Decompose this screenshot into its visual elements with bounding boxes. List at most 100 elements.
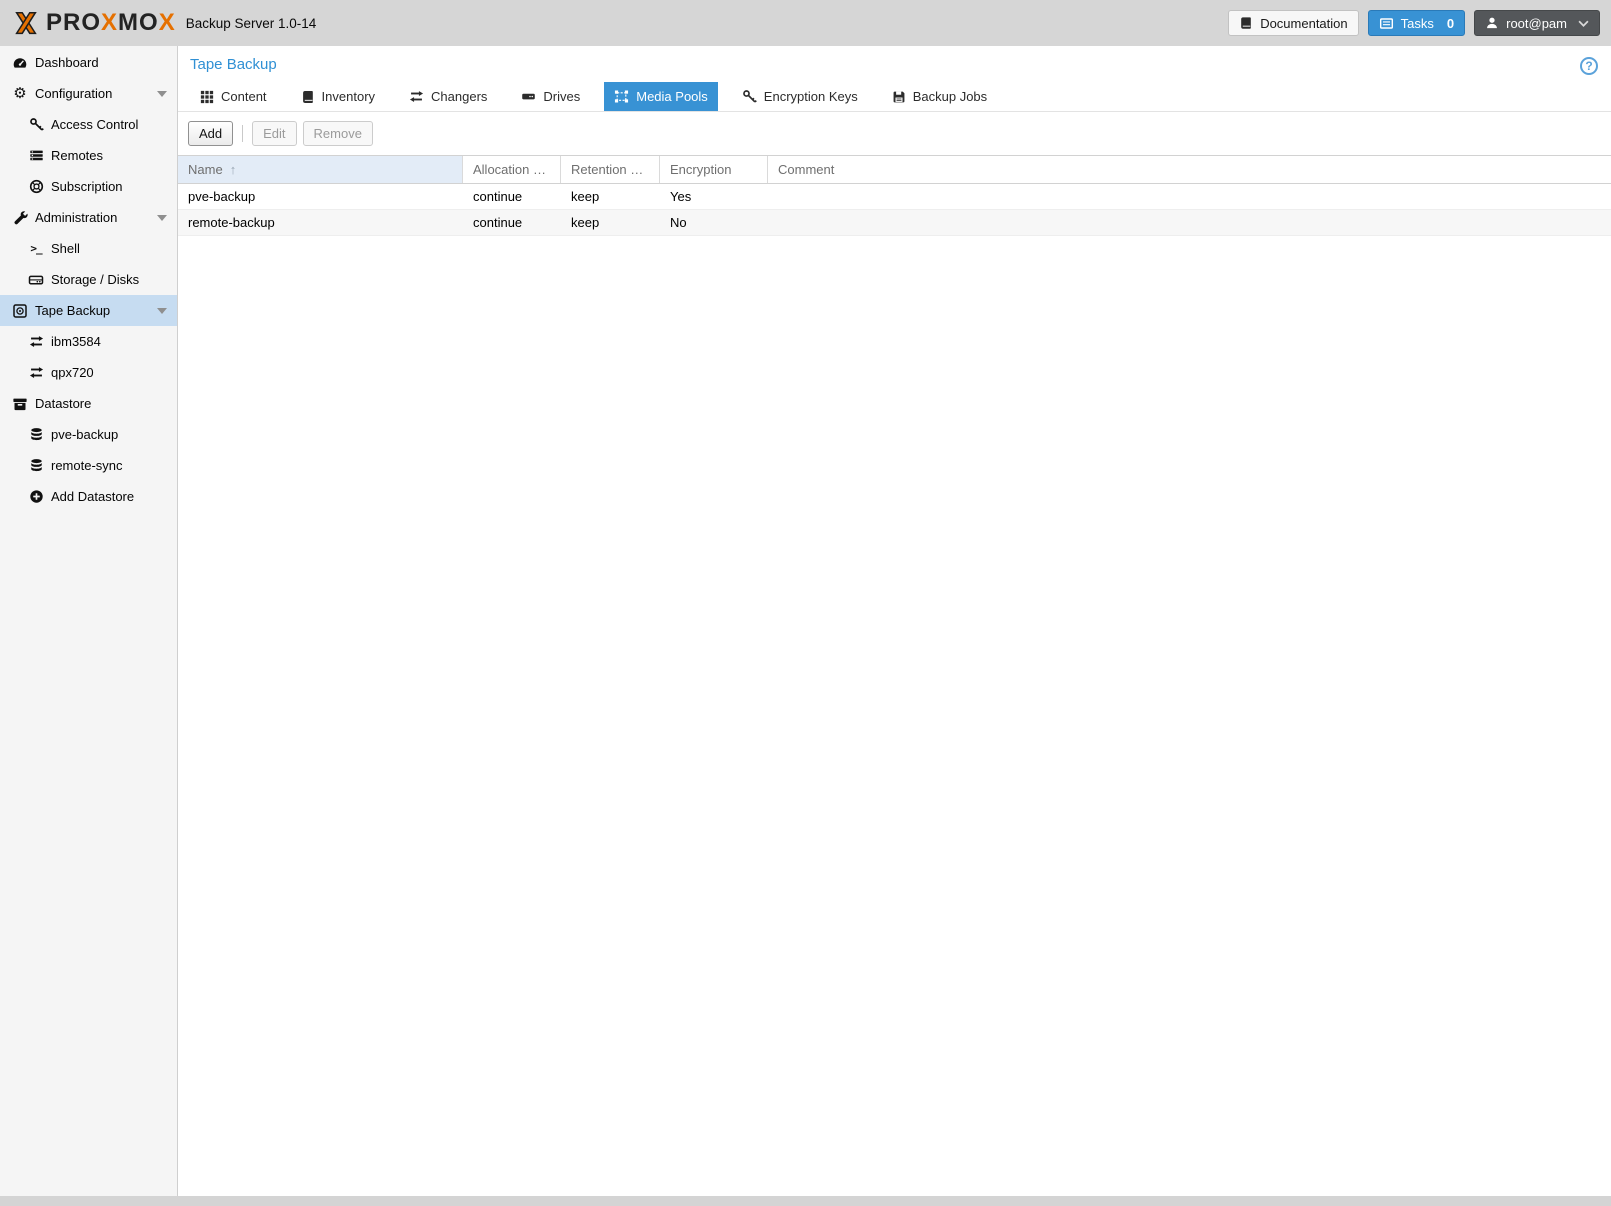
sidebar-item-label: Administration	[35, 210, 117, 225]
page-title: Tape Backup	[178, 46, 1611, 75]
sidebar-item-remote-sync[interactable]: remote-sync	[0, 450, 177, 481]
wrench-icon	[11, 210, 29, 226]
tab-changers[interactable]: Changers	[399, 82, 497, 111]
tab-drives[interactable]: Drives	[511, 82, 590, 111]
cell-encryption: No	[660, 210, 768, 235]
sidebar-item-label: remote-sync	[51, 458, 123, 473]
sidebar-item-remotes[interactable]: Remotes	[0, 140, 177, 171]
column-header-retention[interactable]: Retention …	[561, 156, 660, 183]
tab-bar: Content Inventory Chan	[178, 82, 1611, 112]
sidebar-item-label: qpx720	[51, 365, 94, 380]
help-icon[interactable]: ?	[1580, 57, 1598, 75]
cell-retention: keep	[561, 184, 660, 209]
sidebar-item-pve-backup[interactable]: pve-backup	[0, 419, 177, 450]
key-icon	[742, 89, 757, 104]
app-window: PROXMOX Backup Server 1.0-14 Documentati…	[0, 0, 1611, 1206]
table-row[interactable]: pve-backup continue keep Yes	[178, 184, 1611, 210]
user-label: root@pam	[1506, 16, 1567, 31]
sidebar-item-label: Storage / Disks	[51, 272, 139, 287]
tab-content[interactable]: Content	[190, 82, 277, 111]
sidebar-item-ibm3584[interactable]: ibm3584	[0, 326, 177, 357]
grid-empty-area	[178, 236, 1611, 1196]
sidebar-item-subscription[interactable]: Subscription	[0, 171, 177, 202]
collapse-arrow-icon[interactable]	[157, 308, 167, 314]
content-panel: Tape Backup ? Content Inventor	[178, 46, 1611, 1196]
book-icon	[1239, 16, 1253, 30]
cell-retention: keep	[561, 210, 660, 235]
cell-encryption: Yes	[660, 184, 768, 209]
tab-inventory[interactable]: Inventory	[291, 82, 385, 111]
sidebar-item-label: Datastore	[35, 396, 91, 411]
grid-toolbar: Add Edit Remove	[178, 112, 1611, 155]
sidebar-item-storage-disks[interactable]: Storage / Disks	[0, 264, 177, 295]
sidebar-item-access-control[interactable]: Access Control	[0, 109, 177, 140]
hdd-icon	[27, 272, 45, 288]
sidebar-item-datastore[interactable]: Datastore	[0, 388, 177, 419]
tab-backup-jobs[interactable]: Backup Jobs	[882, 82, 997, 111]
user-menu-button[interactable]: root@pam	[1474, 10, 1600, 36]
sidebar-item-label: Tape Backup	[35, 303, 110, 318]
proxmox-logo[interactable]: PROXMOX	[11, 8, 176, 38]
tasks-button[interactable]: Tasks 0	[1368, 10, 1465, 36]
sidebar-item-label: Configuration	[35, 86, 112, 101]
remove-button[interactable]: Remove	[303, 121, 373, 146]
exchange-icon	[409, 89, 424, 104]
th-grid-icon	[200, 90, 214, 104]
remotes-icon	[27, 148, 45, 164]
sidebar-item-tape-backup[interactable]: Tape Backup	[0, 295, 177, 326]
column-header-name[interactable]: Name ↑	[178, 156, 463, 183]
tasks-count-badge: 0	[1447, 16, 1454, 31]
documentation-button[interactable]: Documentation	[1228, 10, 1358, 36]
documentation-label: Documentation	[1260, 16, 1347, 31]
terminal-icon: >_	[27, 241, 45, 257]
tab-label: Content	[221, 89, 267, 104]
sidebar-nav: Dashboard ⚙ Configuration Access Control	[0, 46, 178, 1196]
sidebar-item-label: Remotes	[51, 148, 103, 163]
tape-icon	[11, 303, 29, 319]
product-version-label: Backup Server 1.0-14	[186, 16, 317, 31]
tab-label: Drives	[543, 89, 580, 104]
sidebar-item-label: Add Datastore	[51, 489, 134, 504]
sidebar-item-administration[interactable]: Administration	[0, 202, 177, 233]
sidebar-item-label: Subscription	[51, 179, 123, 194]
table-row[interactable]: remote-backup continue keep No	[178, 210, 1611, 236]
sort-ascending-icon: ↑	[230, 162, 237, 177]
plus-circle-icon	[27, 489, 45, 505]
cell-name: pve-backup	[178, 184, 463, 209]
tab-media-pools[interactable]: Media Pools	[604, 82, 718, 111]
sidebar-item-configuration[interactable]: ⚙ Configuration	[0, 78, 177, 109]
tab-encryption-keys[interactable]: Encryption Keys	[732, 82, 868, 111]
sidebar-item-qpx720[interactable]: qpx720	[0, 357, 177, 388]
cell-allocation: continue	[463, 184, 561, 209]
column-header-encryption[interactable]: Encryption	[660, 156, 768, 183]
column-header-allocation[interactable]: Allocation …	[463, 156, 561, 183]
tab-label: Inventory	[322, 89, 375, 104]
hdd-icon	[521, 89, 536, 104]
top-bar: PROXMOX Backup Server 1.0-14 Documentati…	[0, 0, 1611, 46]
archive-icon	[11, 396, 29, 412]
collapse-arrow-icon[interactable]	[157, 91, 167, 97]
cell-comment	[768, 184, 1611, 209]
database-icon	[27, 458, 45, 474]
gears-icon: ⚙	[11, 86, 29, 102]
sidebar-item-shell[interactable]: >_ Shell	[0, 233, 177, 264]
proxmox-x-mark-icon	[11, 8, 41, 38]
sidebar-item-label: ibm3584	[51, 334, 101, 349]
task-list-icon	[1379, 16, 1394, 31]
column-header-comment[interactable]: Comment	[768, 156, 1611, 183]
edit-button[interactable]: Edit	[252, 121, 296, 146]
object-group-icon	[614, 89, 629, 104]
collapse-arrow-icon[interactable]	[157, 215, 167, 221]
database-icon	[27, 427, 45, 443]
sidebar-item-dashboard[interactable]: Dashboard	[0, 47, 177, 78]
sidebar-item-add-datastore[interactable]: Add Datastore	[0, 481, 177, 512]
bottom-strip	[0, 1196, 1611, 1206]
add-button[interactable]: Add	[188, 121, 233, 146]
grid-header-row: Name ↑ Allocation … Retention … Encrypti…	[178, 155, 1611, 184]
tab-label: Backup Jobs	[913, 89, 987, 104]
save-icon	[892, 90, 906, 104]
tasks-label: Tasks	[1401, 16, 1434, 31]
sidebar-item-label: Access Control	[51, 117, 138, 132]
chevron-down-icon	[1578, 20, 1589, 27]
dashboard-icon	[11, 55, 29, 71]
